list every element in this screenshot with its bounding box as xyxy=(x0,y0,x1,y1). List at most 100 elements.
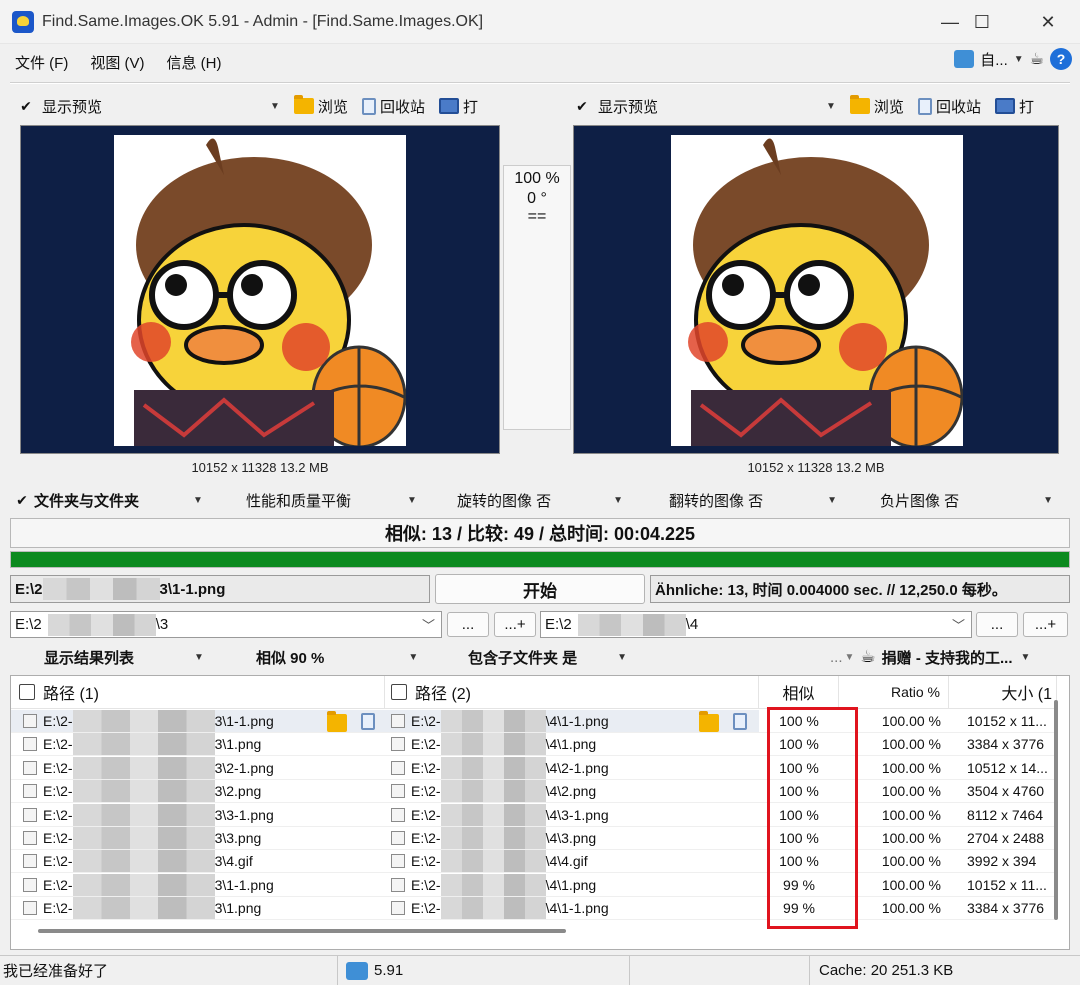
path2-cell[interactable]: E:\2- \4\3-1.png xyxy=(385,803,759,827)
table-row[interactable]: E:\2- 3\1-1.png E:\2- \4\1.png 99 % 100.… xyxy=(11,873,1057,897)
table-row[interactable]: E:\2- 3\1-1.png E:\2- \4\1-1.png 100 % 1… xyxy=(11,710,1057,733)
right-browse-dots-button[interactable]: ... xyxy=(976,612,1018,637)
row-checkbox[interactable] xyxy=(391,877,405,892)
select-all-checkbox[interactable] xyxy=(19,684,35,700)
open-folder-icon[interactable] xyxy=(327,711,347,732)
folders-mode-dropdown[interactable]: ✔ 文件夹与文件夹 ▼ xyxy=(14,490,203,511)
row-checkbox[interactable] xyxy=(23,760,37,775)
left-open-button[interactable]: 打 xyxy=(438,96,478,117)
maximize-button[interactable]: ☐ xyxy=(956,0,1008,44)
path1-cell[interactable]: E:\2- 3\3-1.png xyxy=(11,803,385,827)
path1-cell[interactable]: E:\2- 3\3.png xyxy=(11,827,385,850)
progress-fill xyxy=(11,552,1069,567)
right-folder-combo[interactable]: E:\2 \4 ﹀ xyxy=(540,611,972,638)
coffee-icon[interactable]: ☕ xyxy=(1030,49,1044,69)
row-checkbox[interactable] xyxy=(391,784,405,799)
right-show-preview-toggle[interactable]: 显示预览 xyxy=(598,96,658,117)
menu-view[interactable]: 视图 (V) xyxy=(79,52,155,73)
redacted-path xyxy=(577,613,686,636)
help-button[interactable]: ? xyxy=(1050,48,1072,70)
select-all-checkbox[interactable] xyxy=(391,684,407,700)
row-checkbox[interactable] xyxy=(23,831,37,845)
row-checkbox[interactable] xyxy=(391,807,405,822)
row-checkbox[interactable] xyxy=(23,807,37,822)
left-show-preview-toggle[interactable]: 显示预览 xyxy=(42,96,102,117)
path2-cell[interactable]: E:\2- \4\2-1.png xyxy=(385,756,759,780)
path1-cell[interactable]: E:\2- 3\1-1.png xyxy=(11,873,385,897)
donate-dropdown[interactable]: ... ▼ ☕ 捐赠 - 支持我的工... ▼ xyxy=(830,647,1030,668)
header-path1[interactable]: 路径 (1) xyxy=(11,676,385,709)
row-checkbox[interactable] xyxy=(391,760,405,775)
path2-prefix: E:\2- xyxy=(411,830,441,846)
quality-dropdown[interactable]: 性能和质量平衡 ▼ xyxy=(246,490,417,511)
path2-cell[interactable]: E:\2- \4\2.png xyxy=(385,780,759,804)
row-checkbox[interactable] xyxy=(23,737,37,752)
header-path2[interactable]: 路径 (2) xyxy=(385,676,759,709)
right-add-folder-button[interactable]: ...+ xyxy=(1023,612,1068,637)
table-row[interactable]: E:\2- 3\3-1.png E:\2- \4\3-1.png 100 % 1… xyxy=(11,803,1057,827)
left-recycle-button[interactable]: 回收站 xyxy=(361,96,425,117)
right-browse-button[interactable]: 浏览 xyxy=(849,95,904,117)
path2-cell[interactable]: E:\2- \4\1-1.png xyxy=(385,897,759,921)
rotated-dropdown[interactable]: 旋转的图像 否 ▼ xyxy=(457,490,623,511)
similarity-threshold-dropdown[interactable]: 相似 90 % ▼ xyxy=(256,647,418,668)
header-size[interactable]: 大小 (1 xyxy=(949,676,1057,709)
chevron-down-icon[interactable]: ▼ xyxy=(270,101,280,112)
menu-file[interactable]: 文件 (F) xyxy=(4,52,79,73)
recycle-bin-icon[interactable] xyxy=(733,713,747,730)
horizontal-scrollbar[interactable] xyxy=(38,929,566,933)
right-recycle-button[interactable]: 回收站 xyxy=(917,96,981,117)
show-results-dropdown[interactable]: 显示结果列表 ▼ xyxy=(44,647,204,668)
path1-cell[interactable]: E:\2- 3\4.gif xyxy=(11,850,385,874)
subfolders-dropdown[interactable]: 包含子文件夹 是 ▼ xyxy=(468,647,627,668)
path2-cell[interactable]: E:\2- \4\3.png xyxy=(385,827,759,850)
header-similar[interactable]: 相似 xyxy=(759,676,839,709)
left-add-folder-button[interactable]: ...+ xyxy=(494,612,536,637)
row-checkbox[interactable] xyxy=(23,714,37,728)
row-checkbox[interactable] xyxy=(23,901,37,916)
options-row: ✔ 文件夹与文件夹 ▼ 性能和质量平衡 ▼ 旋转的图像 否 ▼ 翻转的图像 否 … xyxy=(10,487,1070,513)
left-browse-dots-button[interactable]: ... xyxy=(447,612,489,637)
table-row[interactable]: E:\2- 3\3.png E:\2- \4\3.png 100 % 100.0… xyxy=(11,827,1057,850)
menu-info[interactable]: 信息 (H) xyxy=(156,52,233,73)
row-checkbox[interactable] xyxy=(391,854,405,869)
table-row[interactable]: E:\2- 3\1.png E:\2- \4\1-1.png 99 % 100.… xyxy=(11,897,1057,921)
table-row[interactable]: E:\2- 3\4.gif E:\2- \4\4.gif 100 % 100.0… xyxy=(11,850,1057,874)
path1-cell[interactable]: E:\2- 3\1.png xyxy=(11,733,385,757)
left-browse-button[interactable]: 浏览 xyxy=(293,95,348,117)
path1-cell[interactable]: E:\2- 3\2-1.png xyxy=(11,756,385,780)
row-checkbox[interactable] xyxy=(391,737,405,752)
recycle-bin-icon[interactable] xyxy=(361,713,375,730)
flipped-dropdown[interactable]: 翻转的图像 否 ▼ xyxy=(669,490,837,511)
table-row[interactable]: E:\2- 3\2-1.png E:\2- \4\2-1.png 100 % 1… xyxy=(11,756,1057,780)
row-checkbox[interactable] xyxy=(391,714,405,728)
table-row[interactable]: E:\2- 3\1.png E:\2- \4\1.png 100 % 100.0… xyxy=(11,733,1057,757)
chevron-down-icon[interactable]: ▼ xyxy=(826,101,836,112)
computer-icon xyxy=(346,961,368,980)
row-checkbox[interactable] xyxy=(23,854,37,869)
table-row[interactable]: E:\2- 3\2.png E:\2- \4\2.png 100 % 100.0… xyxy=(11,780,1057,804)
path1-cell[interactable]: E:\2- 3\2.png xyxy=(11,780,385,804)
path1-prefix: E:\2- xyxy=(43,736,73,753)
row-checkbox[interactable] xyxy=(391,831,405,845)
right-open-button[interactable]: 打 xyxy=(994,96,1034,117)
row-checkbox[interactable] xyxy=(23,784,37,799)
open-folder-icon[interactable] xyxy=(699,711,719,732)
row-checkbox[interactable] xyxy=(23,877,37,892)
path2-cell[interactable]: E:\2- \4\4.gif xyxy=(385,850,759,874)
row-checkbox[interactable] xyxy=(391,901,405,916)
left-image-preview[interactable] xyxy=(20,125,500,454)
auto-dropdown[interactable]: 自... xyxy=(980,49,1008,70)
path2-cell[interactable]: E:\2- \4\1.png xyxy=(385,733,759,757)
right-image-preview[interactable] xyxy=(573,125,1059,454)
path1-cell[interactable]: E:\2- 3\1.png xyxy=(11,897,385,921)
start-button[interactable]: 开始 xyxy=(435,574,645,604)
path2-cell[interactable]: E:\2- \4\1.png xyxy=(385,873,759,897)
redacted-path xyxy=(42,578,160,600)
left-folder-combo[interactable]: E:\2 \3 ﹀ xyxy=(10,611,442,638)
header-ratio[interactable]: Ratio % xyxy=(839,676,949,709)
negative-dropdown[interactable]: 负片图像 否 ▼ xyxy=(880,490,1053,511)
close-button[interactable]: ✕ xyxy=(1022,0,1074,44)
flipped-label: 翻转的图像 否 xyxy=(669,492,764,510)
vertical-scrollbar[interactable] xyxy=(1054,700,1058,920)
